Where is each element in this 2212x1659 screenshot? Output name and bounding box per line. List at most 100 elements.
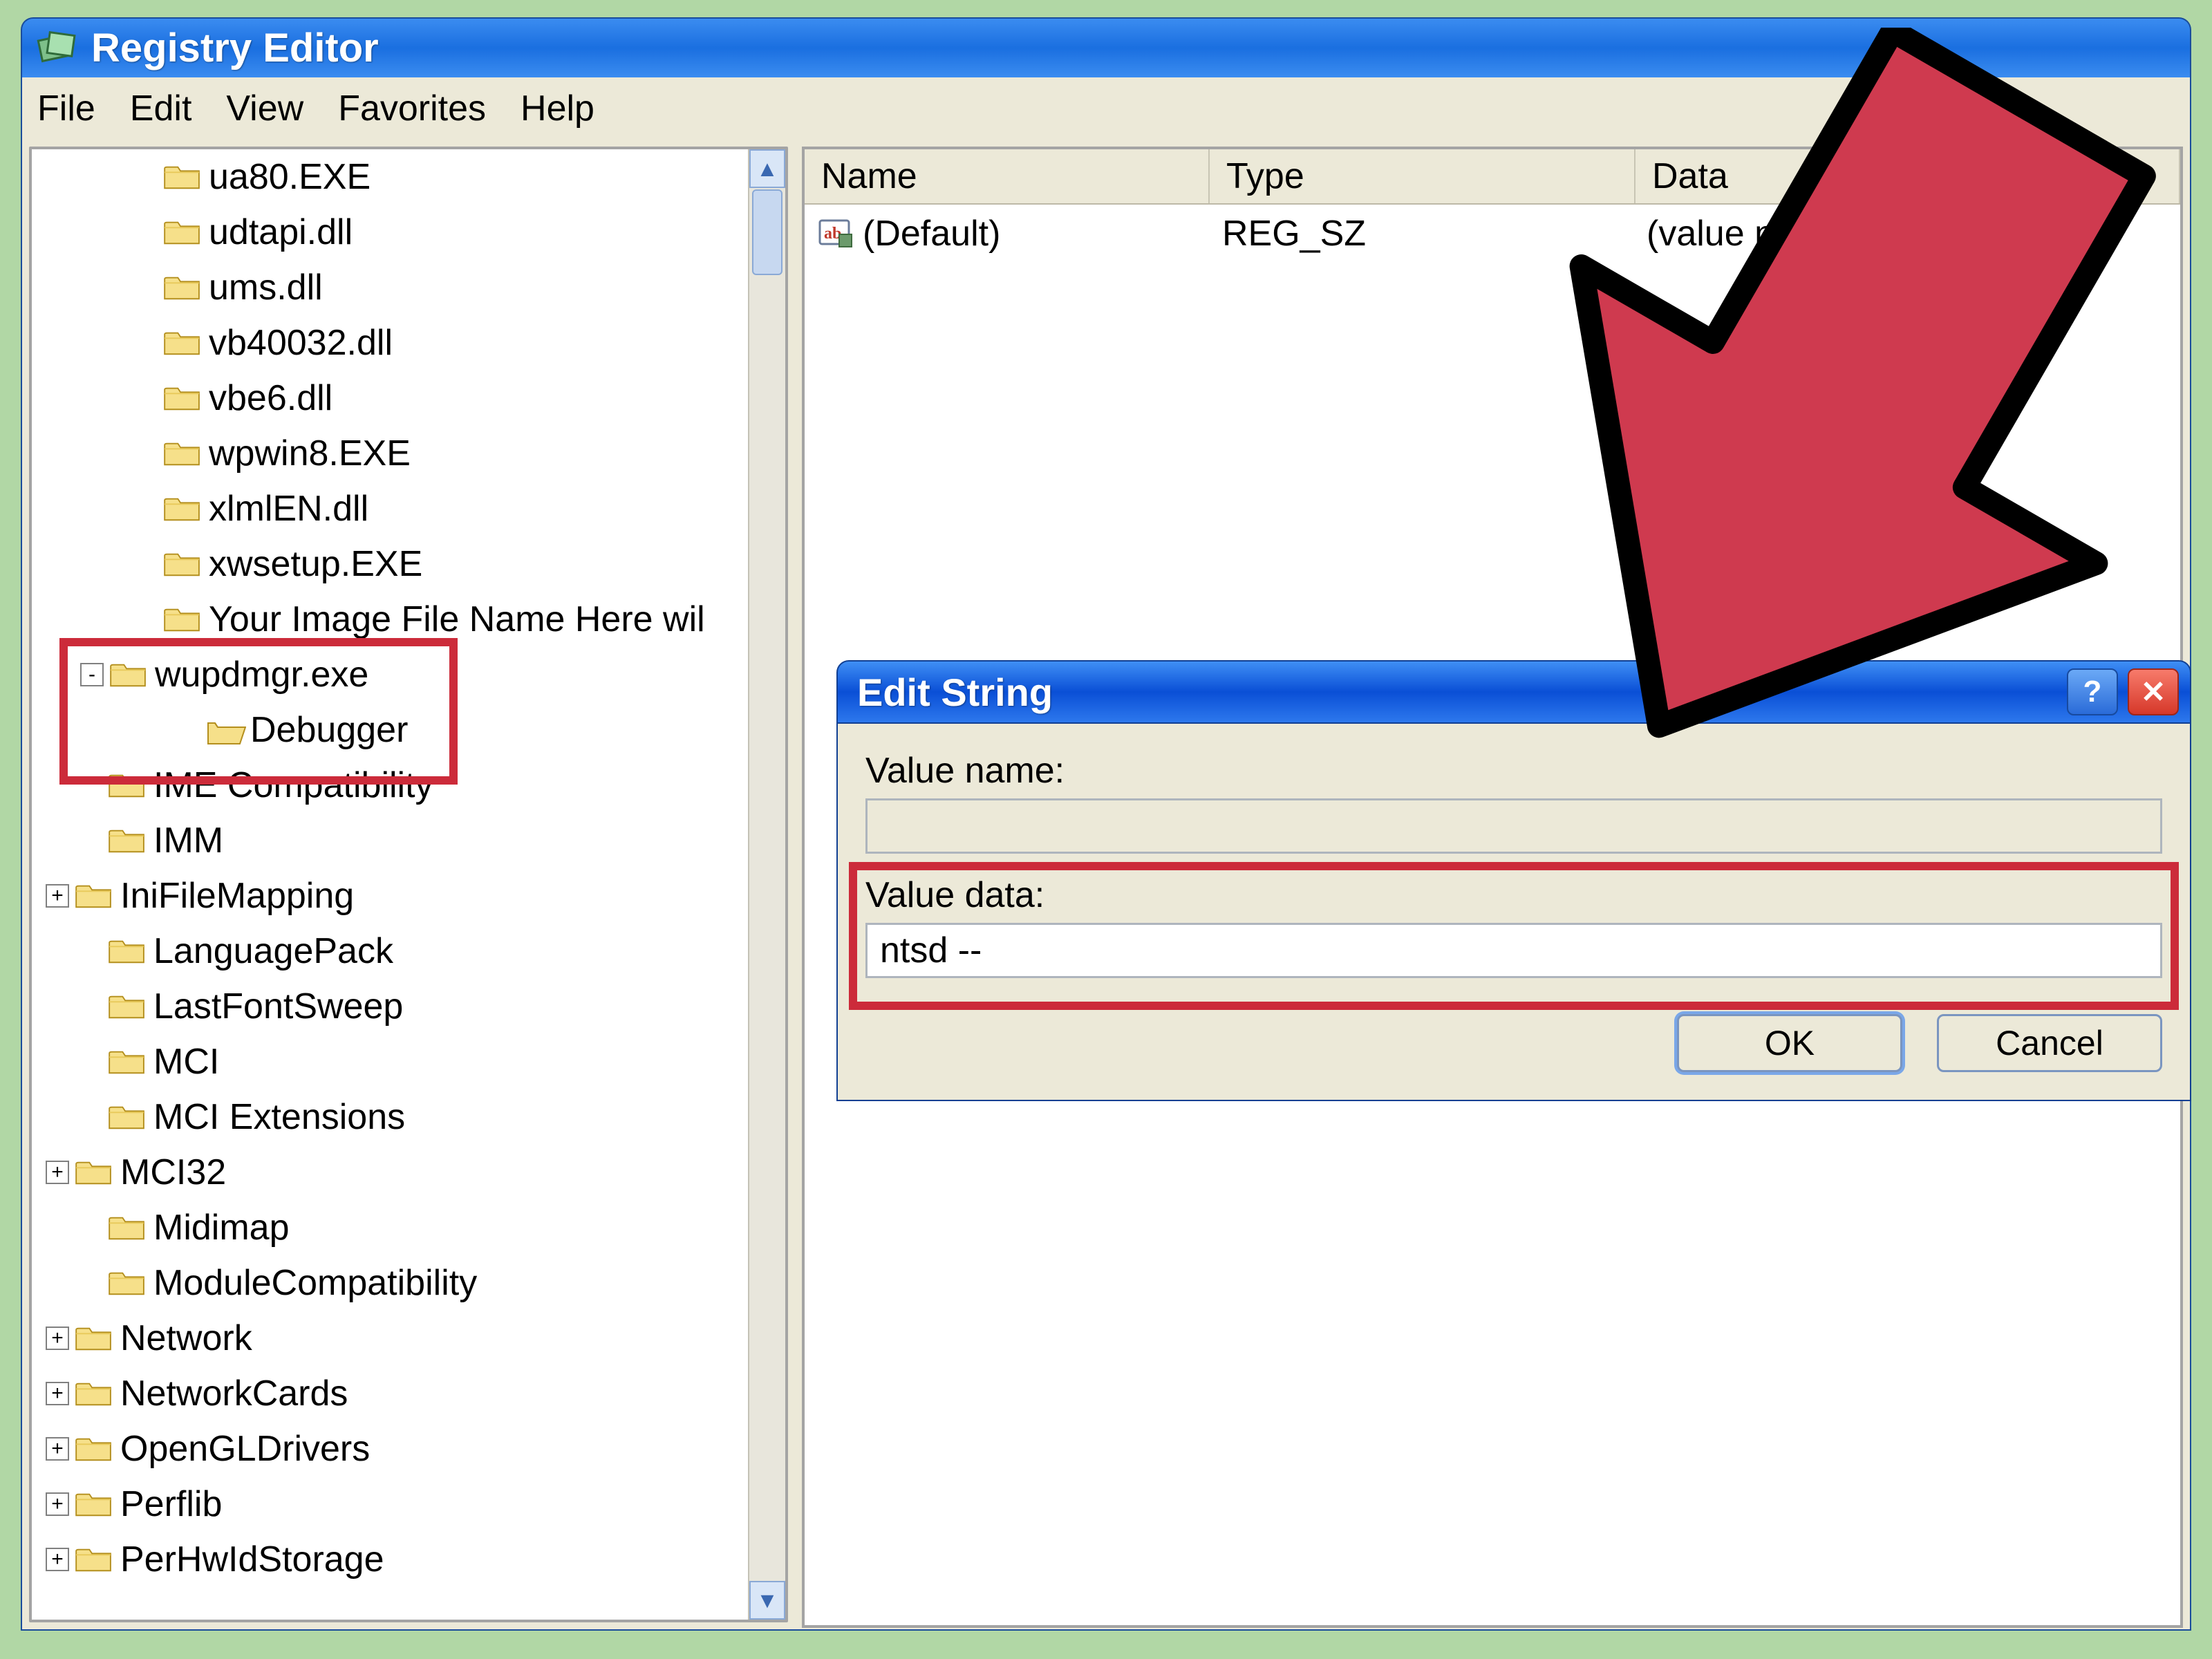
tree-item[interactable]: vbe6.dll [39,371,744,426]
col-data[interactable]: Data [1635,149,2180,203]
folder-icon [108,825,147,856]
expand-icon[interactable]: + [46,884,69,908]
folder-icon [75,1157,113,1188]
ok-button[interactable]: OK [1677,1014,1902,1072]
menu-edit[interactable]: Edit [130,88,192,129]
scroll-down-icon[interactable]: ▼ [749,1581,785,1620]
folder-icon [163,383,202,413]
tree-item[interactable]: IME Compatibility [39,758,744,813]
scroll-up-icon[interactable]: ▲ [749,149,785,188]
tree-item[interactable]: LastFontSweep [39,979,744,1034]
tree-item[interactable]: IMM [39,813,744,868]
tree-item[interactable]: +MCI32 [39,1145,744,1200]
folder-icon [75,1489,113,1519]
folder-icon [163,217,202,247]
tree-item-label: IME Compatibility [153,765,433,806]
folder-icon [163,328,202,358]
folder-icon [108,1047,147,1077]
expand-icon[interactable]: + [46,1548,69,1571]
col-type[interactable]: Type [1210,149,1635,203]
dialog-titlebar[interactable]: Edit String ? ✕ [836,660,2191,724]
dialog-close-button[interactable]: ✕ [2128,668,2179,715]
col-name[interactable]: Name [805,149,1210,203]
menu-favorites[interactable]: Favorites [338,88,486,129]
cancel-button[interactable]: Cancel [1937,1014,2162,1072]
list-row[interactable]: (Default) REG_SZ (value not set) [805,205,2180,263]
tree-item[interactable]: vb40032.dll [39,315,744,371]
folder-icon [108,1268,147,1298]
tree-item[interactable]: - wupdmgr.exe [39,647,744,702]
tree-item-label: PerHwIdStorage [120,1539,384,1580]
tree-item-label: LanguagePack [153,930,393,972]
expand-icon[interactable]: + [46,1437,69,1461]
tree-item[interactable]: MCI Extensions [39,1089,744,1145]
tree-item[interactable]: ModuleCompatibility [39,1255,744,1311]
tree-item-label: Midimap [153,1207,290,1248]
tree-item-label: xlmlEN.dll [209,488,368,529]
menu-help[interactable]: Help [521,88,594,129]
value-name-input[interactable] [865,798,2162,854]
folder-icon [108,991,147,1022]
tree-item[interactable]: ums.dll [39,260,744,315]
folder-icon [163,494,202,524]
expand-icon[interactable]: + [46,1382,69,1405]
folder-icon [109,659,148,690]
tree-item-label: NetworkCards [120,1373,348,1414]
tree-item-label: Your Image File Name Here wil [209,599,705,640]
tree-item-label: IMM [153,820,223,861]
folder-icon [108,936,147,966]
tree-item-label: IniFileMapping [120,875,354,917]
folder-icon [163,162,202,192]
list-header: Name Type Data [805,149,2180,205]
tree-item-label: ums.dll [209,267,323,308]
tree-item[interactable]: + NetworkCards [39,1366,744,1421]
tree-item-label: Perflib [120,1483,222,1525]
string-value-icon [818,216,853,251]
tree-item[interactable]: + IniFileMapping [39,868,744,924]
expand-icon[interactable]: + [46,1327,69,1350]
tree-item[interactable]: udtapi.dll [39,205,744,260]
tree-item-label: LastFontSweep [153,986,403,1027]
row-data: (value not set) [1630,213,2180,254]
row-name: (Default) [863,213,1000,254]
dialog-help-button[interactable]: ? [2067,668,2118,715]
folder-icon [108,1212,147,1243]
tree-item[interactable]: LanguagePack [39,924,744,979]
tree-scrollbar[interactable]: ▲ ▼ [748,149,785,1620]
expand-icon[interactable]: + [46,1161,69,1184]
folder-icon [108,770,147,800]
tree-item[interactable]: MCI [39,1034,744,1089]
value-name-label: Value name: [865,750,2162,791]
collapse-icon[interactable]: - [80,663,104,686]
tree-item[interactable]: wpwin8.EXE [39,426,744,481]
tree-item-label: udtapi.dll [209,212,353,253]
tree-item-label: Network [120,1318,252,1359]
tree-item[interactable]: xwsetup.EXE [39,536,744,592]
tree-item[interactable]: xlmlEN.dll [39,481,744,536]
tree-item-label: wupdmgr.exe [155,654,368,695]
expand-icon[interactable]: + [46,1492,69,1516]
folder-open-icon [205,715,243,745]
tree-item-label: MCI Extensions [153,1096,405,1138]
tree-item[interactable]: +OpenGLDrivers [39,1421,744,1477]
scroll-thumb[interactable] [752,189,782,275]
tree-item-label: vb40032.dll [209,322,393,364]
menu-view[interactable]: View [226,88,303,129]
menu-file[interactable]: File [37,88,95,129]
tree-item[interactable]: Midimap [39,1200,744,1255]
tree-item[interactable]: + Network [39,1311,744,1366]
tree-item-label: wpwin8.EXE [209,433,411,474]
menubar: File Edit View Favorites Help [21,77,2191,140]
regedit-icon [36,28,76,68]
folder-icon [163,438,202,469]
tree-item[interactable]: + Perflib [39,1477,744,1532]
tree-item[interactable]: ua80.EXE [39,149,744,205]
folder-icon [75,1434,113,1464]
folder-icon [75,1323,113,1353]
value-data-input[interactable] [865,923,2162,978]
edit-string-dialog: Edit String ? ✕ Value name: Value data: … [836,660,2191,1101]
folder-icon [163,272,202,303]
tree-item[interactable]: Debugger [39,702,744,758]
tree-item[interactable]: + PerHwIdStorage [39,1532,744,1587]
tree-item[interactable]: Your Image File Name Here wil [39,592,744,647]
